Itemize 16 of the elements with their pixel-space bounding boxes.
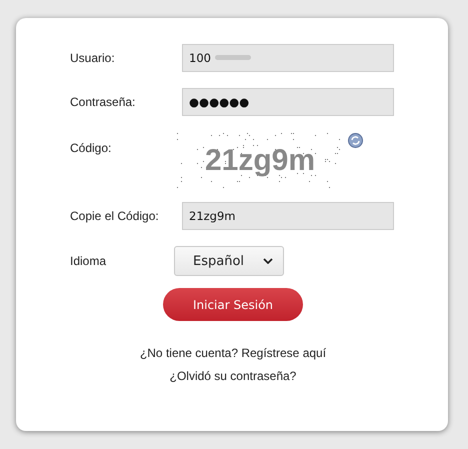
captcha-image: 21zg9m bbox=[176, 132, 344, 190]
field-label: Contraseña: bbox=[70, 95, 136, 109]
field-label: Copie el Código: bbox=[70, 209, 160, 223]
field-label: Idioma bbox=[70, 254, 108, 268]
chevron-down-icon bbox=[263, 258, 273, 264]
input-field[interactable]: ●●●●●● bbox=[182, 88, 394, 116]
register-link[interactable]: ¿No tiene cuenta? Regístrese aquí bbox=[140, 346, 326, 360]
field-label: Código: bbox=[70, 141, 112, 155]
input-field[interactable]: 100 bbox=[182, 44, 394, 72]
input-field[interactable]: 21zg9m bbox=[182, 202, 394, 230]
forgot-password-link[interactable]: ¿Olvidó su contraseña? bbox=[170, 369, 296, 383]
login-button[interactable]: Iniciar Sesión bbox=[163, 288, 303, 321]
blurred-text-icon bbox=[215, 53, 251, 62]
field-label: Usuario: bbox=[70, 51, 116, 65]
refresh-icon[interactable] bbox=[348, 133, 363, 148]
language-select[interactable]: Español bbox=[174, 246, 284, 276]
